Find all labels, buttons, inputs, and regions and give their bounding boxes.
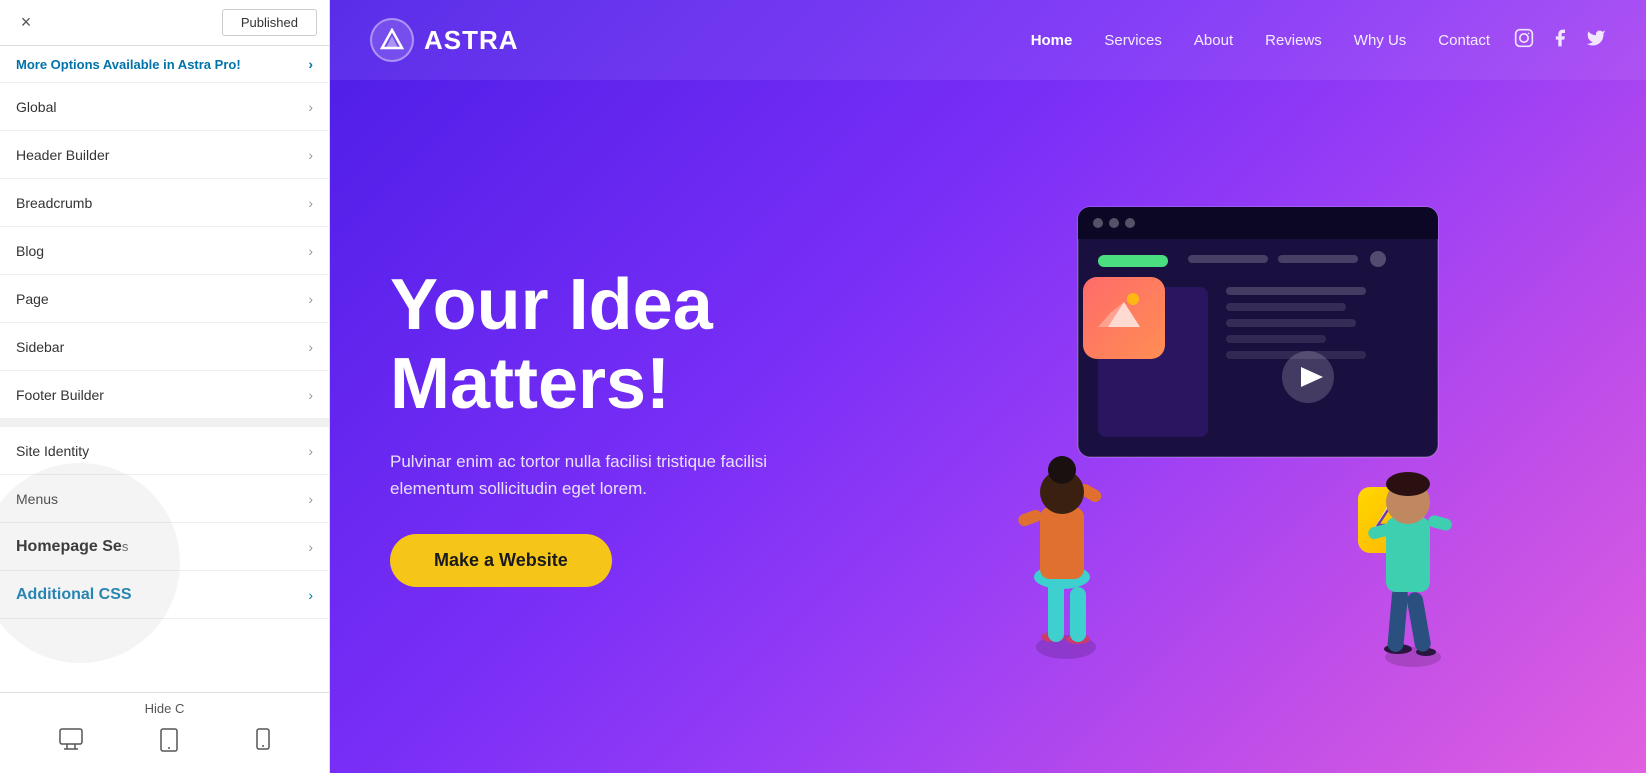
chevron-right-icon: › xyxy=(308,491,313,507)
instagram-icon[interactable] xyxy=(1514,28,1534,53)
hide-controls-label: Hide C xyxy=(129,697,201,720)
nav-links: Home Services About Reviews Why Us Conta… xyxy=(1031,32,1490,49)
nav-link-contact[interactable]: Contact xyxy=(1438,32,1490,49)
preview-area: ASTRA Home Services About Reviews Why Us… xyxy=(330,0,1646,773)
published-button[interactable]: Published xyxy=(222,9,317,36)
menu-item-additional-css[interactable]: Additional CSS › xyxy=(0,571,329,619)
chevron-right-icon: › xyxy=(308,443,313,459)
promo-label: More Options Available in Astra Pro! xyxy=(16,57,241,72)
chevron-right-icon: › xyxy=(308,243,313,259)
cta-button[interactable]: Make a Website xyxy=(390,534,612,587)
nav-link-reviews[interactable]: Reviews xyxy=(1265,32,1322,49)
close-button[interactable]: × xyxy=(12,9,40,37)
chevron-right-icon: › xyxy=(308,339,313,355)
logo-icon xyxy=(370,18,414,62)
chevron-right-icon: › xyxy=(308,291,313,307)
menu-item-label: Sidebar xyxy=(16,339,64,355)
menu-item-header-builder[interactable]: Header Builder › xyxy=(0,131,329,179)
chevron-right-icon: › xyxy=(308,587,313,603)
hero-illustration xyxy=(890,187,1586,667)
customizer-panel: × Published More Options Available in As… xyxy=(0,0,330,773)
menu-item-site-identity[interactable]: Site Identity › xyxy=(0,427,329,475)
top-bar: × Published xyxy=(0,0,329,46)
nav-link-services[interactable]: Services xyxy=(1104,32,1162,49)
logo-text: ASTRA xyxy=(424,25,519,56)
menu-item-blog[interactable]: Blog › xyxy=(0,227,329,275)
illustration-svg xyxy=(978,187,1498,667)
menu-item-label: Site Identity xyxy=(16,443,89,459)
menu-item-label: Breadcrumb xyxy=(16,195,92,211)
menu-item-label: Page xyxy=(16,291,49,307)
nav-link-why-us[interactable]: Why Us xyxy=(1354,32,1407,49)
hero-subtitle: Pulvinar enim ac tortor nulla facilisi t… xyxy=(390,448,850,502)
menu-item-label: Blog xyxy=(16,243,44,259)
chevron-right-icon: › xyxy=(308,195,313,211)
desktop-device-button[interactable] xyxy=(51,724,91,761)
navbar: ASTRA Home Services About Reviews Why Us… xyxy=(330,0,1646,80)
menu-item-page[interactable]: Page › xyxy=(0,275,329,323)
facebook-icon[interactable] xyxy=(1550,28,1570,53)
menu-item-breadcrumb[interactable]: Breadcrumb › xyxy=(0,179,329,227)
chevron-right-icon: › xyxy=(308,539,313,555)
chevron-right-icon: › xyxy=(308,147,313,163)
menu-item-label: Header Builder xyxy=(16,147,109,163)
promo-chevron-icon: › xyxy=(308,56,313,72)
tablet-device-button[interactable] xyxy=(152,724,186,761)
chevron-right-icon: › xyxy=(308,99,313,115)
device-switcher-bar: Hide C xyxy=(0,692,329,773)
promo-bar[interactable]: More Options Available in Astra Pro! › xyxy=(0,46,329,83)
chevron-right-icon: › xyxy=(308,387,313,403)
social-icons xyxy=(1514,28,1606,53)
nav-link-home[interactable]: Home xyxy=(1031,32,1073,49)
menu-item-label: Global xyxy=(16,99,56,115)
hero-section: Your Idea Matters! Pulvinar enim ac tort… xyxy=(330,80,1646,773)
additional-css-label: Additional CSS xyxy=(16,586,132,604)
hero-title: Your Idea Matters! xyxy=(390,266,850,424)
menu-item-global[interactable]: Global › xyxy=(0,83,329,131)
menu-item-label: Menus xyxy=(16,491,58,507)
nav-link-about[interactable]: About xyxy=(1194,32,1233,49)
menu-item-label: Homepage Ses xyxy=(16,538,128,556)
twitter-icon[interactable] xyxy=(1586,28,1606,53)
menu-list: Global › Header Builder › Breadcrumb › B… xyxy=(0,83,329,692)
hero-content: Your Idea Matters! Pulvinar enim ac tort… xyxy=(390,266,850,588)
logo-area: ASTRA xyxy=(370,18,519,62)
hero-title-line2: Matters! xyxy=(390,345,850,424)
menu-item-sidebar[interactable]: Sidebar › xyxy=(0,323,329,371)
menu-item-homepage[interactable]: Homepage Ses › xyxy=(0,523,329,571)
menu-item-menus[interactable]: Menus › xyxy=(0,475,329,523)
menu-item-footer-builder[interactable]: Footer Builder › xyxy=(0,371,329,419)
menu-item-label: Footer Builder xyxy=(16,387,104,403)
mobile-device-button[interactable] xyxy=(248,724,278,761)
hero-title-line1: Your Idea xyxy=(390,266,850,345)
